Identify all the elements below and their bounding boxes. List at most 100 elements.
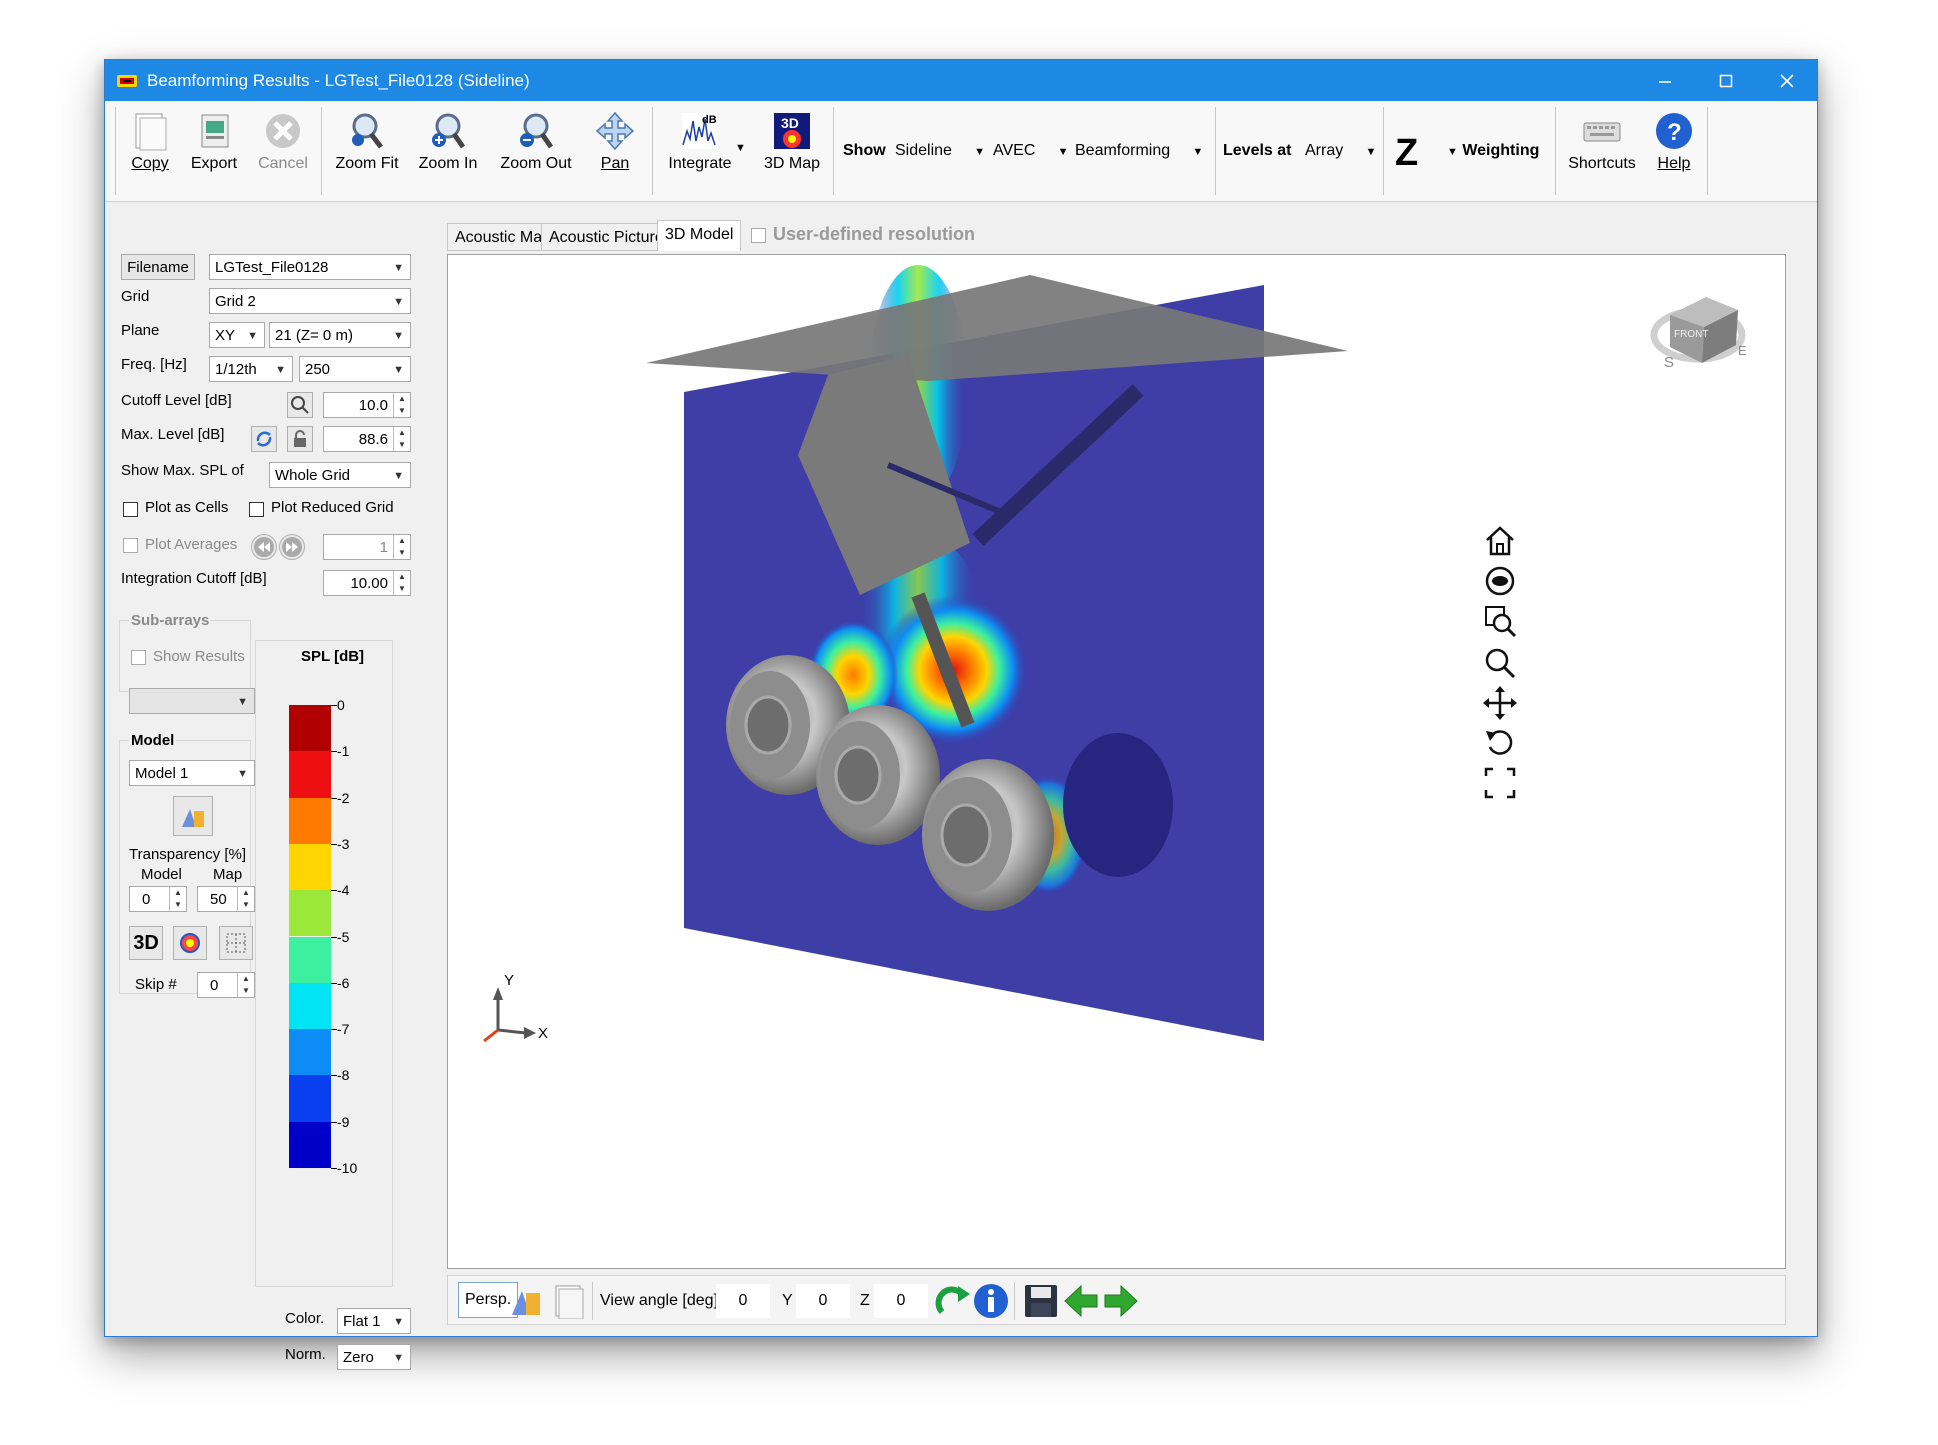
integration-cutoff-spinner[interactable]: 10.00 ▲ ▼ xyxy=(323,570,411,596)
show-max-select[interactable]: Whole Grid ▼ xyxy=(269,462,411,488)
averages-prev-button[interactable] xyxy=(251,534,277,560)
chevron-down-icon: ▼ xyxy=(393,262,404,274)
zoom-window-icon[interactable] xyxy=(1482,603,1518,639)
integrate-dropdown[interactable]: ▼ xyxy=(735,97,746,197)
grid-overlay-button[interactable] xyxy=(219,926,253,960)
export-button[interactable]: Export xyxy=(187,109,241,195)
zoom-out-icon xyxy=(516,111,556,151)
chevron-down-icon: ▼ xyxy=(393,296,404,308)
svg-text:?: ? xyxy=(1667,119,1682,146)
averages-spinner[interactable]: 1 ▲ ▼ xyxy=(323,534,411,560)
averages-next-button[interactable] xyxy=(279,534,305,560)
colorbar-segment xyxy=(289,705,331,752)
help-button[interactable]: ? Help xyxy=(1649,109,1699,195)
chevron-down-icon: ▼ xyxy=(237,696,248,708)
3d-view-button[interactable]: 3D xyxy=(129,926,163,960)
map-transparency-spinner[interactable]: 50 ▲ ▼ xyxy=(197,886,255,912)
shortcuts-button[interactable]: Shortcuts xyxy=(1563,109,1641,195)
cutoff-spinner[interactable]: 10.0 ▲ ▼ xyxy=(323,392,411,418)
orbit-icon[interactable] xyxy=(1482,563,1518,599)
weighting-dropdown-icon: ▼ xyxy=(1447,146,1458,158)
model-display-button[interactable] xyxy=(508,1283,548,1319)
weighting-dropdown[interactable]: ▼ Weighting xyxy=(1447,101,1539,201)
zoom-in-icon xyxy=(428,111,468,151)
spin-arrows-icon[interactable]: ▲ ▼ xyxy=(393,535,410,559)
lock-level-button[interactable] xyxy=(287,426,313,452)
maximize-button[interactable] xyxy=(1695,60,1756,101)
user-defined-resolution-checkbox[interactable] xyxy=(751,228,766,243)
model-load-button[interactable] xyxy=(173,796,213,836)
view-angle-x-field[interactable]: 0 xyxy=(716,1284,770,1318)
show-value: Sideline xyxy=(895,142,952,159)
freq-band-select[interactable]: 1/12th ▼ xyxy=(209,356,293,382)
3d-viewport[interactable]: Y X FRONT S E xyxy=(447,254,1786,1269)
cancel-button[interactable]: Cancel xyxy=(255,109,311,195)
pan-button[interactable]: Pan xyxy=(587,109,643,195)
plot-reduced-checkbox[interactable] xyxy=(249,502,264,517)
show-dropdown-icon: ▼ xyxy=(974,146,986,158)
spin-arrows-icon[interactable]: ▲ ▼ xyxy=(393,571,410,595)
target-icon xyxy=(180,933,200,953)
home-icon[interactable] xyxy=(1482,523,1518,559)
plane-index-select[interactable]: 21 (Z= 0 m) ▼ xyxy=(269,322,411,348)
tab-3d-model[interactable]: 3D Model xyxy=(657,220,742,251)
spin-arrows-icon[interactable]: ▲ ▼ xyxy=(237,973,254,997)
spin-arrows-icon[interactable]: ▲ ▼ xyxy=(393,427,410,451)
map-overlay-button[interactable] xyxy=(173,926,207,960)
norm-select[interactable]: Zero ▼ xyxy=(337,1344,411,1370)
minimize-button[interactable] xyxy=(1634,60,1695,101)
model-transparency-spinner[interactable]: 0 ▲ ▼ xyxy=(129,886,187,912)
subarray-select[interactable]: ▼ xyxy=(129,688,255,714)
cutoff-search-button[interactable] xyxy=(287,392,313,418)
max-level-spinner[interactable]: 88.6 ▲ ▼ xyxy=(323,426,411,452)
view-angle-z-field[interactable]: 0 xyxy=(874,1284,928,1318)
filename-label[interactable]: Filename xyxy=(121,254,195,280)
weighting-letter[interactable]: Z xyxy=(1395,103,1418,203)
plot-averages-checkbox[interactable] xyxy=(123,538,138,553)
fullscreen-icon[interactable] xyxy=(1482,765,1518,801)
avec-selector[interactable]: AVEC ▼ xyxy=(993,101,1069,201)
avec-dropdown-icon: ▼ xyxy=(1057,146,1069,158)
view-angle-y-field[interactable]: 0 xyxy=(796,1284,850,1318)
averages-value: 1 xyxy=(379,539,388,556)
colorbar-title: SPL [dB] xyxy=(301,648,365,665)
info-button[interactable] xyxy=(972,1282,1010,1320)
previous-view-button[interactable] xyxy=(1062,1282,1100,1320)
zoom-in-button[interactable]: Zoom In xyxy=(415,109,481,195)
zoom-out-button[interactable]: Zoom Out xyxy=(495,109,577,195)
rotate-icon[interactable] xyxy=(1482,725,1518,761)
save-view-button[interactable] xyxy=(1022,1282,1060,1320)
levels-selector[interactable]: Array ▼ xyxy=(1305,101,1376,201)
plane-axis-select[interactable]: XY ▼ xyxy=(209,322,265,348)
tab-acoustic-picture[interactable]: Acoustic Picture xyxy=(541,223,672,251)
navigation-cube[interactable]: FRONT S E xyxy=(1650,297,1747,371)
pan-icon[interactable] xyxy=(1482,685,1518,721)
filename-select[interactable]: LGTest_File0128 ▼ xyxy=(209,254,411,280)
copy-button[interactable]: Copy xyxy=(127,109,173,195)
show-selector[interactable]: Sideline ▼ xyxy=(895,101,985,201)
shortcuts-label: Shortcuts xyxy=(1568,155,1636,172)
spin-arrows-icon[interactable]: ▲ ▼ xyxy=(393,393,410,417)
color-select[interactable]: Flat 1 ▼ xyxy=(337,1308,411,1334)
grid-select[interactable]: Grid 2 ▼ xyxy=(209,288,411,314)
method-selector[interactable]: Beamforming ▼ xyxy=(1075,101,1203,201)
plot-cells-checkbox[interactable] xyxy=(123,502,138,517)
colorbar-segment xyxy=(289,1121,331,1168)
auto-level-button[interactable] xyxy=(251,426,277,452)
model-select[interactable]: Model 1 ▼ xyxy=(129,760,255,786)
zoom-icon[interactable] xyxy=(1482,645,1518,681)
next-view-button[interactable] xyxy=(1102,1282,1140,1320)
axis-triad: Y X xyxy=(483,972,548,1043)
skip-spinner[interactable]: 0 ▲ ▼ xyxy=(197,972,255,998)
integrate-button[interactable]: dB Integrate xyxy=(661,109,739,195)
blank-view-button[interactable] xyxy=(550,1283,586,1320)
apply-rotation-button[interactable] xyxy=(934,1282,974,1320)
close-button[interactable] xyxy=(1756,60,1817,101)
spin-arrows-icon[interactable]: ▲ ▼ xyxy=(237,887,254,911)
freq-value-select[interactable]: 250 ▼ xyxy=(299,356,411,382)
3d-map-button[interactable]: 3D 3D Map xyxy=(759,109,825,195)
zoom-fit-button[interactable]: Zoom Fit xyxy=(331,109,403,195)
spin-arrows-icon[interactable]: ▲ ▼ xyxy=(169,887,186,911)
show-results-checkbox[interactable] xyxy=(131,650,146,665)
colorbar-tick-label: -9 xyxy=(337,1113,350,1130)
